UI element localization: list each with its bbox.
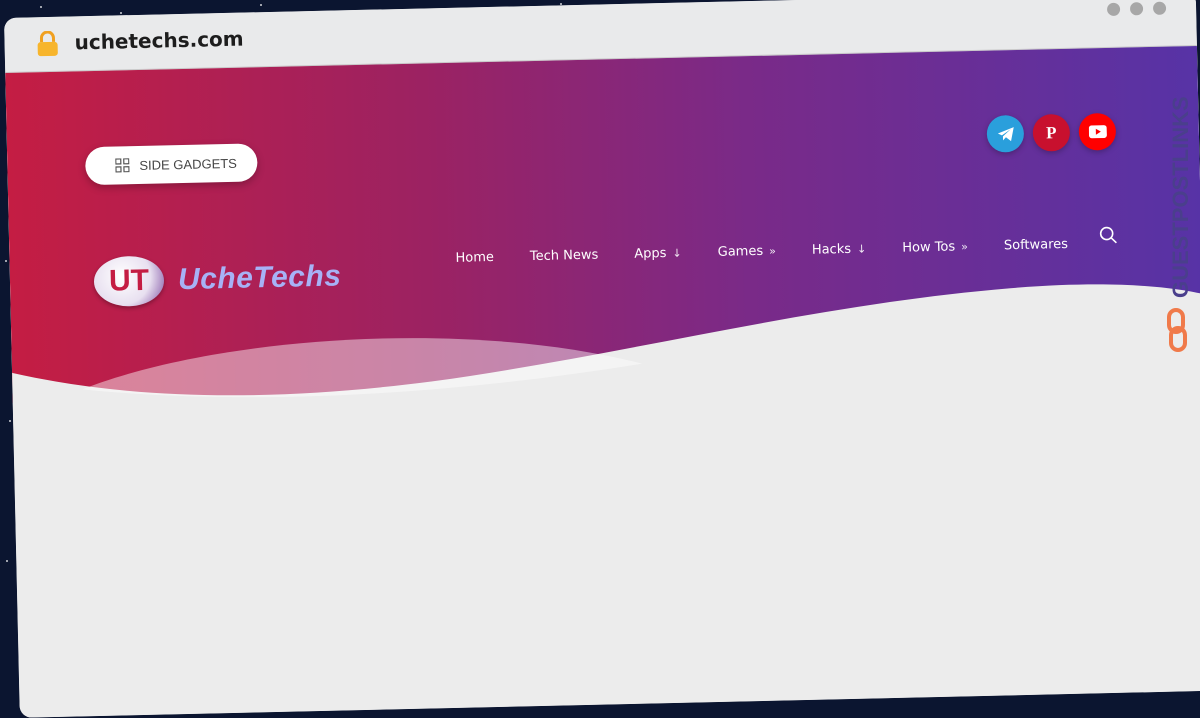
chevron-right-icon: »: [961, 240, 969, 254]
nav-label: Hacks: [811, 241, 852, 258]
window-dot-icon[interactable]: [1152, 1, 1167, 15]
window-controls: [1106, 1, 1167, 16]
telegram-icon[interactable]: [986, 114, 1025, 153]
chevron-right-icon: »: [768, 244, 777, 258]
nav-item-softwares[interactable]: Softwares: [1004, 237, 1068, 253]
side-gadgets-button[interactable]: SIDE GADGETS: [84, 143, 258, 186]
nav-item-games[interactable]: Games »: [718, 244, 777, 260]
arrow-down-icon: ↓: [672, 246, 682, 260]
nav-label: Apps: [634, 246, 667, 262]
window-dot-icon[interactable]: [1106, 2, 1121, 16]
youtube-icon[interactable]: [1078, 112, 1117, 151]
nav-label: Tech News: [529, 247, 599, 265]
nav-item-how-tos[interactable]: How Tos »: [902, 239, 968, 255]
nav-label: Games: [717, 243, 764, 260]
guestpostlinks-watermark: GUESTPOSTLINKS: [1167, 96, 1193, 352]
nav-label: Home: [455, 249, 495, 266]
nav-item-hacks[interactable]: Hacks ↓: [811, 241, 867, 258]
pinterest-icon[interactable]: P: [1032, 113, 1071, 152]
arrow-down-icon: ↓: [856, 242, 867, 256]
logo-mark: UT: [93, 255, 165, 308]
nav-label: How Tos: [902, 239, 956, 256]
nav-label: Softwares: [1003, 236, 1069, 254]
website-viewport: SIDE GADGETS P UT UcheTechs Home Tech Ne…: [5, 45, 1200, 718]
side-gadgets-label: SIDE GADGETS: [139, 155, 238, 173]
grid-icon: [115, 158, 130, 173]
search-icon[interactable]: [1099, 226, 1117, 244]
social-icons: P: [986, 112, 1117, 153]
url-text[interactable]: uchetechs.com: [74, 27, 244, 55]
nav-item-tech-news[interactable]: Tech News: [530, 248, 599, 265]
nav-item-home[interactable]: Home: [455, 250, 494, 266]
window-dot-icon[interactable]: [1129, 2, 1144, 16]
nav-item-apps[interactable]: Apps ↓: [634, 246, 682, 262]
logo-text: UcheTechs: [177, 259, 342, 297]
site-logo[interactable]: UT UcheTechs: [93, 251, 342, 308]
browser-window: uchetechs.com SIDE GADGETS P UT UcheTech…: [4, 0, 1200, 718]
watermark-text: GUESTPOSTLINKS: [1168, 96, 1193, 298]
chain-link-icon: [1167, 308, 1187, 352]
lock-icon: [37, 30, 58, 57]
